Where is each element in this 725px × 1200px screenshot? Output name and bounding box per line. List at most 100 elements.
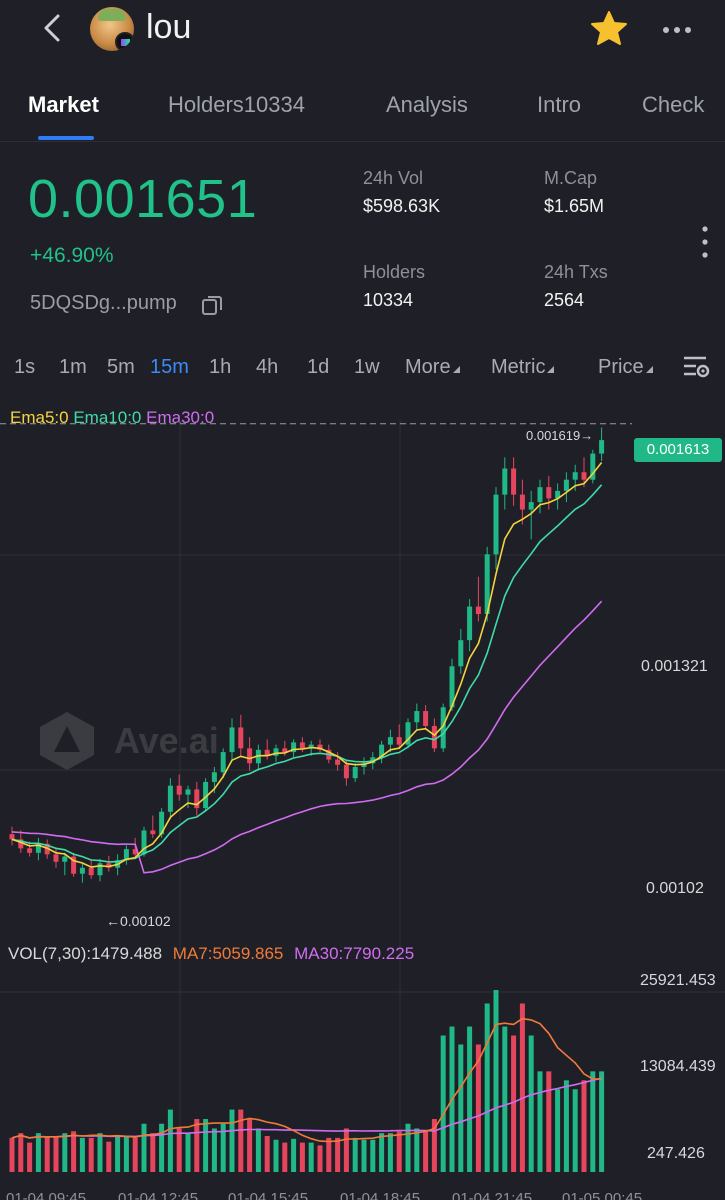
candle (423, 711, 429, 726)
candle (343, 764, 349, 779)
favorite-star-icon[interactable] (590, 10, 628, 46)
volume-bar (414, 1128, 420, 1172)
tab-intro[interactable]: Intro (537, 92, 581, 118)
candle (62, 856, 68, 862)
candle (220, 752, 226, 773)
volume-bar (62, 1133, 68, 1172)
ema30-line (11, 600, 603, 874)
price-dropdown[interactable]: Price (598, 356, 653, 379)
chart-settings-icon[interactable] (682, 352, 712, 382)
volume-bar (88, 1137, 94, 1172)
top-bar: lou (0, 0, 725, 60)
time-label: 01-04 09:45 (6, 1190, 87, 1200)
volume-bar (581, 1080, 587, 1172)
vol-value: $598.63K (363, 196, 441, 216)
candle (475, 606, 481, 615)
volume-bar (194, 1119, 200, 1172)
timeframe-1s[interactable]: 1s (14, 356, 35, 379)
price-tick-low: 0.00102 (646, 880, 704, 897)
volume-bar (150, 1133, 156, 1172)
ma7-label: MA7:5059.865 (172, 944, 284, 963)
volume-bar (467, 1026, 473, 1172)
dropdown-caret-icon (452, 366, 460, 373)
volume-tick-mid: 13084.439 (640, 1058, 716, 1075)
volume-bar (528, 1035, 534, 1172)
volume-bar (440, 1035, 446, 1172)
ema5-line (11, 462, 603, 868)
candle (396, 737, 402, 745)
volume-bar (273, 1139, 279, 1172)
volume-bar (282, 1142, 288, 1172)
more-dropdown[interactable]: More (405, 356, 460, 379)
candle (229, 727, 235, 753)
volume-bar (458, 1044, 464, 1172)
volume-legend: VOL(7,30):1479.488 MA7:5059.865 MA30:779… (8, 944, 414, 964)
metric-dropdown-label: Metric (491, 356, 546, 378)
volume-bar (247, 1119, 253, 1172)
candle (467, 606, 473, 641)
candle (335, 759, 341, 765)
timeframe-1d[interactable]: 1d (307, 356, 329, 379)
price-volume-chart[interactable] (0, 420, 725, 1190)
time-label: 01-05 00:45 (562, 1190, 643, 1200)
time-axis: 01-04 09:45 01-04 12:45 01-04 15:45 01-0… (0, 1190, 725, 1200)
ma30-label: MA30:7790.225 (294, 944, 415, 963)
volume-bar (519, 1003, 525, 1172)
candle (150, 830, 156, 835)
volume-bar (396, 1131, 402, 1172)
volume-bar (211, 1128, 217, 1172)
tab-holders[interactable]: Holders10334 (168, 92, 305, 118)
timeframe-1m[interactable]: 1m (59, 356, 87, 379)
tab-check[interactable]: Check (642, 92, 704, 118)
back-icon[interactable] (38, 10, 68, 46)
volume-bar (352, 1137, 358, 1172)
volume-bar (599, 1071, 605, 1172)
volume-bar (572, 1089, 578, 1172)
timeframe-4h[interactable]: 4h (256, 356, 278, 379)
holders-value: 10334 (363, 290, 414, 310)
candle (502, 468, 508, 495)
token-name: lou (146, 8, 192, 46)
candle (167, 785, 173, 812)
timeframe-5m[interactable]: 5m (107, 356, 135, 379)
volume-bar (299, 1142, 305, 1172)
volume-bar (176, 1128, 182, 1172)
volume-bar (343, 1128, 349, 1172)
volume-bar (167, 1109, 173, 1172)
volume-bar (35, 1133, 41, 1172)
volume-bar (537, 1071, 543, 1172)
volume-bar (71, 1131, 77, 1172)
volume-bar (308, 1142, 314, 1172)
stats-more-icon[interactable] (695, 222, 715, 262)
volume-tick-max: 25921.453 (640, 972, 716, 989)
solana-badge-icon (115, 32, 134, 51)
tab-analysis[interactable]: Analysis (386, 92, 468, 118)
vol-label: VOL(7,30):1479.488 (8, 944, 163, 963)
volume-bar (335, 1137, 341, 1172)
dropdown-caret-icon (645, 366, 653, 373)
timeframe-1h[interactable]: 1h (209, 356, 231, 379)
time-label: 01-04 15:45 (228, 1190, 309, 1200)
timeframe-1w[interactable]: 1w (354, 356, 380, 379)
metric-dropdown[interactable]: Metric (491, 356, 555, 379)
copy-icon[interactable] (200, 293, 224, 317)
low-price-marker: ←0.00102 (106, 913, 171, 929)
tab-market[interactable]: Market (28, 92, 99, 118)
timeframe-15m[interactable]: 15m (150, 356, 189, 379)
candle (185, 789, 191, 795)
txs-value: 2564 (544, 290, 585, 310)
volume-bar (9, 1137, 15, 1172)
token-avatar (90, 7, 134, 51)
candle (211, 772, 217, 782)
volume-bar (379, 1133, 385, 1172)
volume-bar (493, 990, 499, 1172)
mcap-label: M.Cap (544, 168, 598, 188)
candle (572, 472, 578, 480)
more-options-icon[interactable] (660, 18, 694, 42)
candle (493, 494, 499, 555)
holders-label: Holders (363, 262, 426, 282)
candle (53, 854, 59, 862)
volume-bar (238, 1109, 244, 1172)
txs-label: 24h Txs (544, 262, 608, 282)
volume-bar (44, 1136, 50, 1172)
